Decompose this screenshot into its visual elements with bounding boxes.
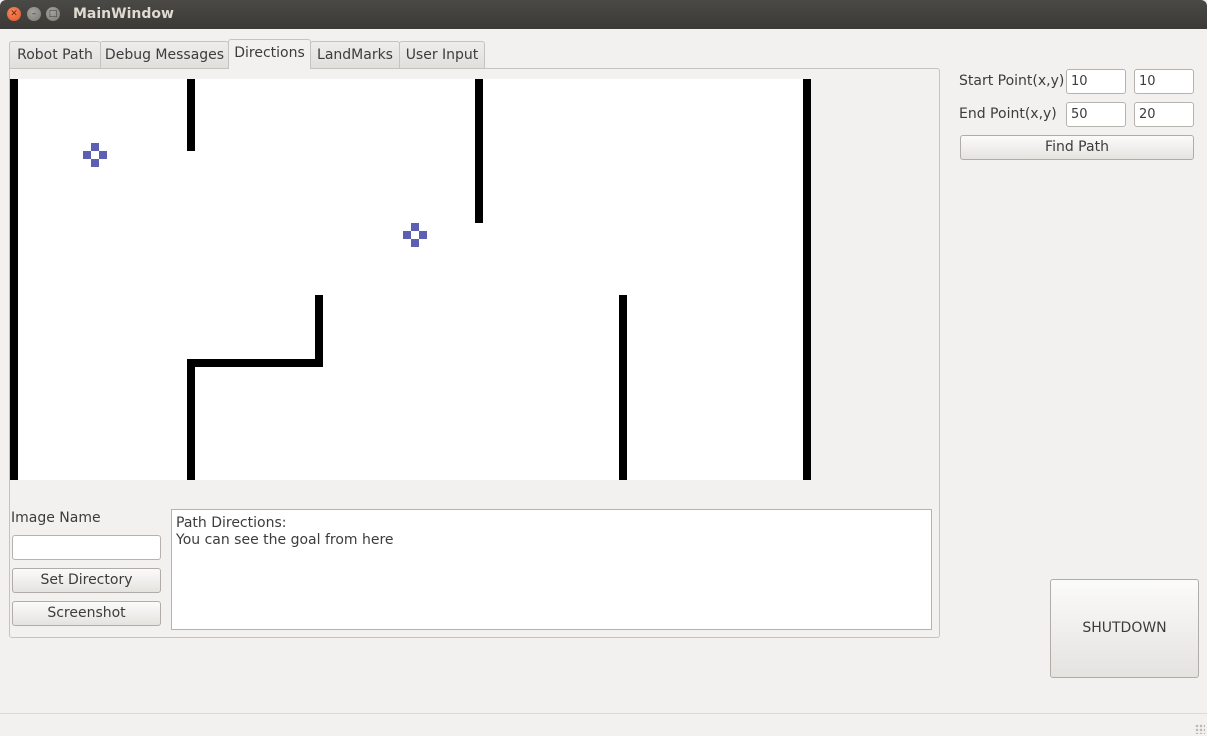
- map-wall: [315, 295, 323, 367]
- path-directions-text[interactable]: Path Directions: You can see the goal fr…: [171, 509, 932, 630]
- tab-directions[interactable]: Directions: [228, 39, 311, 69]
- map-wall: [475, 79, 483, 223]
- goal-marker-icon: [403, 223, 427, 247]
- start-point-label: Start Point(x,y): [959, 73, 1065, 89]
- start-marker-icon: [83, 143, 107, 167]
- window-title: MainWindow: [73, 6, 174, 22]
- tab-robot-path[interactable]: Robot Path: [9, 41, 101, 68]
- tab-landmarks[interactable]: LandMarks: [310, 41, 400, 68]
- map-wall: [187, 79, 195, 151]
- map-wall: [803, 79, 811, 480]
- set-directory-button[interactable]: Set Directory: [12, 568, 161, 593]
- title-bar: ✕ – □ MainWindow: [0, 0, 1207, 29]
- end-x-input[interactable]: [1066, 102, 1126, 127]
- start-y-input[interactable]: [1134, 69, 1194, 94]
- tab-debug-messages[interactable]: Debug Messages: [100, 41, 229, 68]
- tab-user-input[interactable]: User Input: [399, 41, 485, 68]
- map-wall: [10, 79, 18, 480]
- minimize-window-icon[interactable]: –: [27, 7, 41, 21]
- status-bar: [0, 713, 1207, 736]
- image-name-label: Image Name: [11, 510, 101, 526]
- map-wall: [187, 359, 195, 480]
- find-path-button[interactable]: Find Path: [960, 135, 1194, 160]
- map-wall: [619, 295, 627, 480]
- screenshot-button[interactable]: Screenshot: [12, 601, 161, 626]
- map-wall: [187, 359, 323, 367]
- end-y-input[interactable]: [1134, 102, 1194, 127]
- start-x-input[interactable]: [1066, 69, 1126, 94]
- resize-grip-icon[interactable]: [1195, 724, 1205, 734]
- shutdown-button[interactable]: SHUTDOWN: [1050, 579, 1199, 678]
- image-name-input[interactable]: [12, 535, 161, 560]
- close-window-icon[interactable]: ✕: [7, 7, 21, 21]
- map-canvas[interactable]: [10, 79, 811, 480]
- maximize-window-icon[interactable]: □: [46, 7, 60, 21]
- end-point-label: End Point(x,y): [959, 106, 1057, 122]
